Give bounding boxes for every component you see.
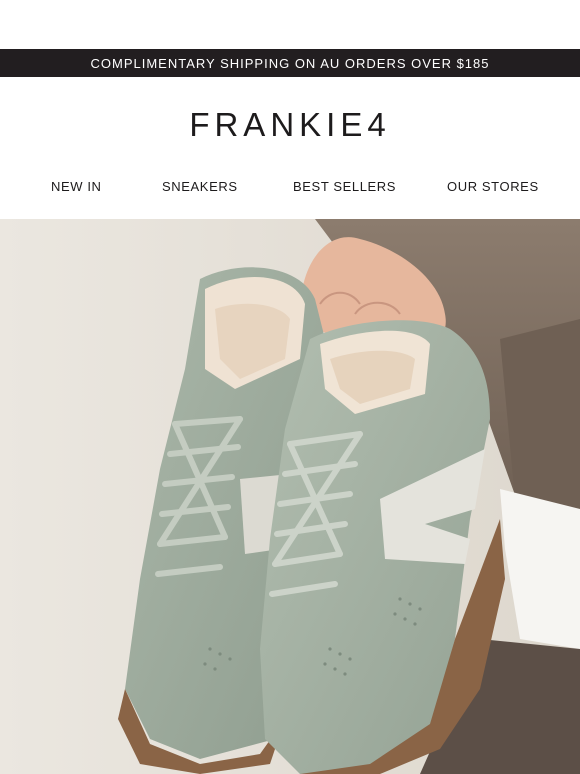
- promo-text: COMPLIMENTARY SHIPPING ON AU ORDERS OVER…: [90, 55, 490, 71]
- nav-item-new-in[interactable]: NEW IN: [51, 179, 102, 194]
- brand-logo[interactable]: FRANKIE4: [0, 106, 580, 144]
- main-nav: NEW IN SNEAKERS BEST SELLERS OUR STORES: [0, 179, 580, 195]
- hero-illustration: [0, 219, 580, 774]
- hero-image[interactable]: [0, 219, 580, 774]
- nav-item-sneakers[interactable]: SNEAKERS: [162, 179, 238, 194]
- nav-item-our-stores[interactable]: OUR STORES: [447, 179, 539, 194]
- nav-item-best-sellers[interactable]: BEST SELLERS: [293, 179, 396, 194]
- promo-banner[interactable]: COMPLIMENTARY SHIPPING ON AU ORDERS OVER…: [0, 49, 580, 77]
